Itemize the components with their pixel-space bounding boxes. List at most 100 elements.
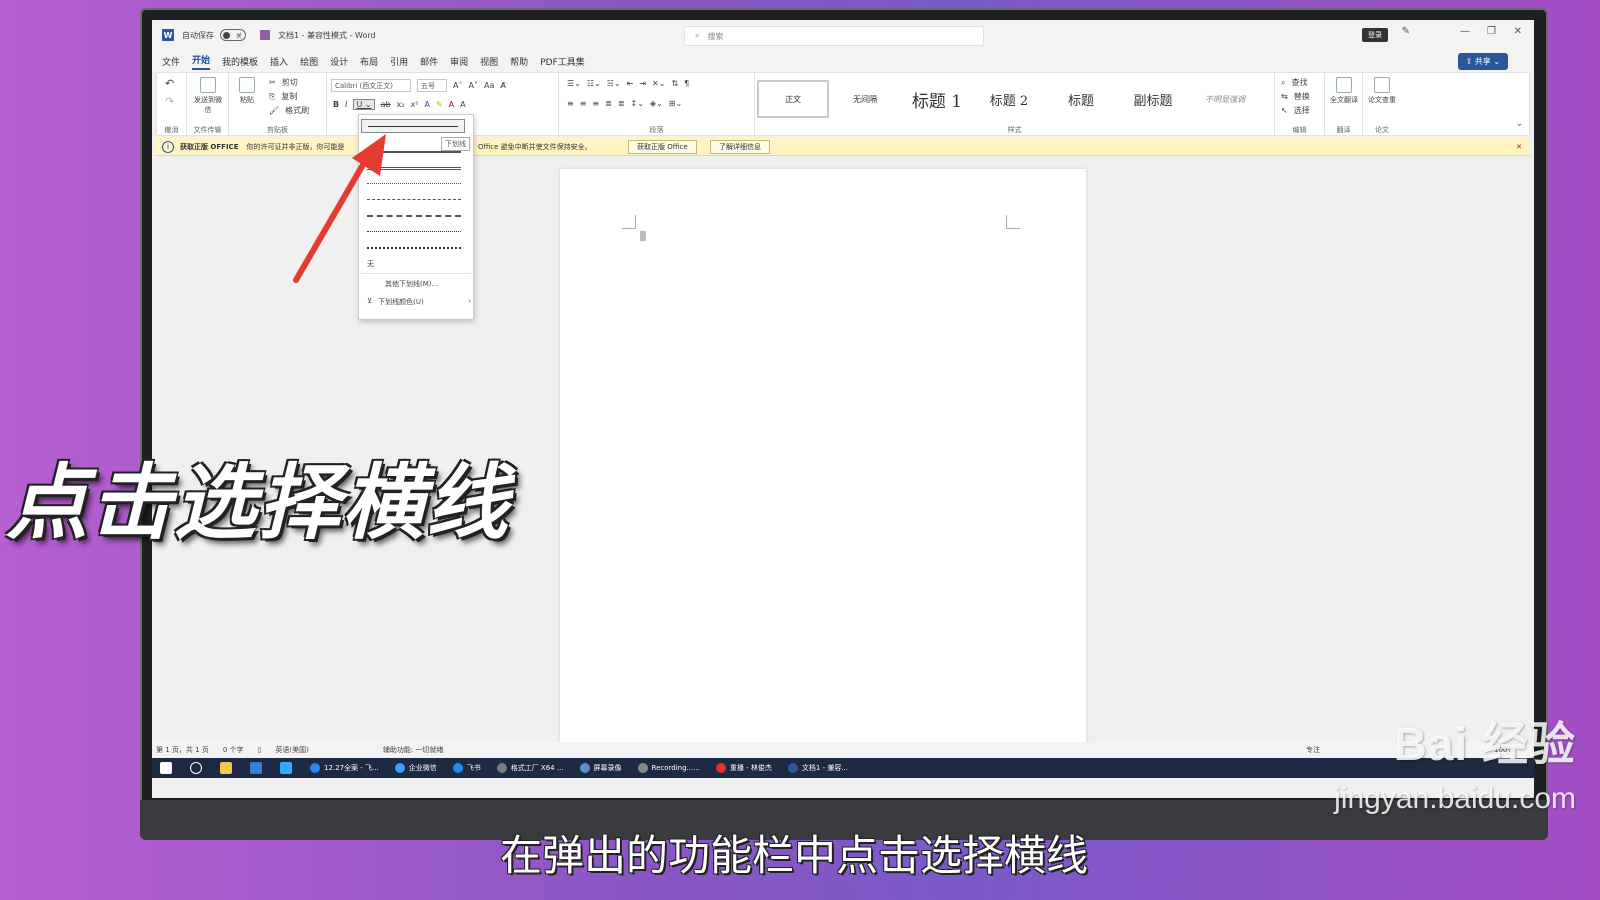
grow-font-icon[interactable]: A˄: [453, 81, 462, 90]
app-icon[interactable]: [250, 762, 262, 774]
search-icon[interactable]: [190, 762, 202, 774]
sort-icon[interactable]: ⇅: [671, 79, 678, 88]
pen-icon[interactable]: ✎: [1402, 26, 1410, 37]
line-spacing-icon[interactable]: ↕⌄: [631, 99, 644, 108]
collapse-ribbon-icon[interactable]: ⌄: [1515, 119, 1523, 129]
paper-check-button[interactable]: 论文查重: [1367, 77, 1397, 105]
underline-color-option[interactable]: ⊻ 下划线颜色(U) ›: [367, 297, 471, 307]
subscript-icon[interactable]: x₂: [397, 100, 405, 109]
menu-tab-4[interactable]: 绘图: [300, 55, 318, 68]
font-color-icon[interactable]: A: [449, 100, 454, 109]
close-infobar-icon[interactable]: ✕: [1516, 143, 1522, 151]
taskbar-task-4[interactable]: 屏幕录像: [579, 763, 622, 773]
align-left-icon[interactable]: ≡: [567, 99, 574, 108]
menu-tab-6[interactable]: 布局: [360, 55, 378, 68]
menu-tab-7[interactable]: 引用: [390, 55, 408, 68]
taskbar-task-3[interactable]: 格式工厂 X64 ...: [496, 763, 564, 773]
replace-button[interactable]: ⇆ 替换: [1281, 91, 1310, 102]
restore-icon[interactable]: ❐: [1487, 26, 1496, 37]
undo-icon[interactable]: ↶: [165, 77, 174, 90]
language-indicator[interactable]: 英语(美国): [275, 745, 308, 755]
bullets-icon[interactable]: ☰⌄: [567, 79, 581, 88]
focus-mode[interactable]: 专注: [1306, 745, 1320, 755]
get-office-button[interactable]: 获取正版 Office: [628, 140, 697, 154]
document-page[interactable]: [560, 169, 1086, 749]
taskbar-task-2[interactable]: 飞书: [452, 763, 481, 773]
format-painter-button[interactable]: 🖌 格式刷: [269, 105, 309, 116]
underline-button[interactable]: U ⌄: [353, 99, 375, 110]
learn-more-button[interactable]: 了解详细信息: [710, 140, 770, 154]
info-icon: i: [162, 140, 174, 153]
strikethrough-icon[interactable]: ab: [381, 100, 391, 109]
share-button[interactable]: ⇪ 共享 ⌄: [1457, 53, 1508, 70]
taskbar-task-1[interactable]: 企业微信: [394, 763, 437, 773]
style-item-4[interactable]: 标题: [1045, 80, 1117, 118]
format-painter-label: 格式刷: [285, 106, 310, 115]
login-button[interactable]: 登录: [1362, 28, 1388, 42]
borders-icon[interactable]: ⊞⌄: [669, 99, 682, 108]
page-count[interactable]: 第 1 页，共 1 页: [156, 745, 209, 755]
shrink-font-icon[interactable]: A˅: [468, 81, 477, 90]
taskbar-task-5[interactable]: Recording......: [637, 763, 700, 773]
cut-button[interactable]: ✂ 剪切: [269, 77, 298, 88]
copy-button[interactable]: ⎘ 复制: [269, 91, 297, 102]
save-icon[interactable]: [260, 30, 270, 40]
file-explorer-icon[interactable]: [220, 762, 232, 774]
menu-tab-12[interactable]: PDF工具集: [540, 55, 585, 68]
translate-button[interactable]: 全文翻译: [1329, 77, 1359, 105]
find-button[interactable]: ⌕ 查找: [1281, 77, 1307, 88]
menu-tab-10[interactable]: 视图: [480, 55, 498, 68]
menu-tab-8[interactable]: 邮件: [420, 55, 438, 68]
style-item-1[interactable]: 无间隔: [829, 80, 901, 118]
style-item-0[interactable]: 正文: [757, 80, 829, 118]
word-count[interactable]: 0 个字: [223, 745, 244, 755]
char-shading-icon[interactable]: A: [460, 100, 465, 109]
select-button[interactable]: ↖ 选择: [1281, 105, 1310, 116]
menu-tab-5[interactable]: 设计: [330, 55, 348, 68]
menu-tab-11[interactable]: 帮助: [510, 55, 528, 68]
numbering-icon[interactable]: ☷⌄: [587, 79, 601, 88]
font-size-select[interactable]: 五号: [417, 79, 447, 92]
font-name-select[interactable]: Calibri (西文正文): [331, 79, 411, 92]
italic-icon[interactable]: I: [345, 100, 347, 109]
style-item-5[interactable]: 副标题: [1117, 80, 1189, 118]
redo-icon[interactable]: ↷: [165, 95, 174, 108]
start-icon[interactable]: [160, 762, 172, 774]
menu-tab-1[interactable]: 开始: [192, 53, 211, 70]
align-right-icon[interactable]: ≡: [592, 99, 599, 108]
decrease-indent-icon[interactable]: ⇤: [627, 79, 634, 88]
menu-tab-9[interactable]: 审阅: [450, 55, 468, 68]
multilevel-icon[interactable]: ☵⌄: [607, 79, 621, 88]
increase-indent-icon[interactable]: ⇥: [639, 79, 646, 88]
superscript-icon[interactable]: x²: [411, 100, 419, 109]
clear-format-icon[interactable]: A̸: [500, 81, 505, 90]
taskbar-task-7[interactable]: 文档1 - 兼容...: [787, 763, 848, 773]
close-icon[interactable]: ✕: [1514, 26, 1522, 37]
distribute-icon[interactable]: ≣: [618, 99, 625, 108]
justify-icon[interactable]: ≣: [605, 99, 612, 108]
show-marks-icon[interactable]: ¶: [684, 79, 689, 88]
style-item-3[interactable]: 标题 2: [973, 80, 1045, 118]
paste-button[interactable]: 粘贴: [235, 77, 259, 105]
taskbar-task-6[interactable]: 重播 - 林俊杰: [715, 763, 772, 773]
photoshop-icon[interactable]: [280, 762, 292, 774]
autosave-toggle[interactable]: 关: [220, 29, 246, 41]
chinese-layout-icon[interactable]: ✕⌄: [652, 79, 665, 88]
search-input[interactable]: ⌕ 搜索: [684, 26, 984, 46]
highlight-icon[interactable]: ✎: [436, 100, 443, 109]
menu-tab-3[interactable]: 插入: [270, 55, 288, 68]
proofing-icon[interactable]: ▯: [258, 746, 262, 754]
text-effect-icon[interactable]: A: [424, 100, 429, 109]
style-item-2[interactable]: 标题 1: [901, 80, 973, 118]
align-center-icon[interactable]: ≡: [580, 99, 587, 108]
send-wechat-button[interactable]: 发送到微信: [191, 77, 225, 115]
accessibility-status[interactable]: 辅助功能: 一切就绪: [383, 745, 444, 755]
menu-tab-2[interactable]: 我的模板: [222, 55, 258, 68]
change-case-icon[interactable]: Aa: [484, 81, 494, 90]
shading-icon[interactable]: ◈⌄: [650, 99, 663, 108]
minimize-icon[interactable]: —: [1460, 26, 1470, 37]
taskbar-task-0[interactable]: 12.27全案 - 飞...: [310, 763, 379, 773]
menu-tab-0[interactable]: 文件: [162, 55, 180, 68]
style-item-6[interactable]: 不明显强调: [1189, 80, 1261, 118]
bold-icon[interactable]: B: [333, 100, 339, 109]
